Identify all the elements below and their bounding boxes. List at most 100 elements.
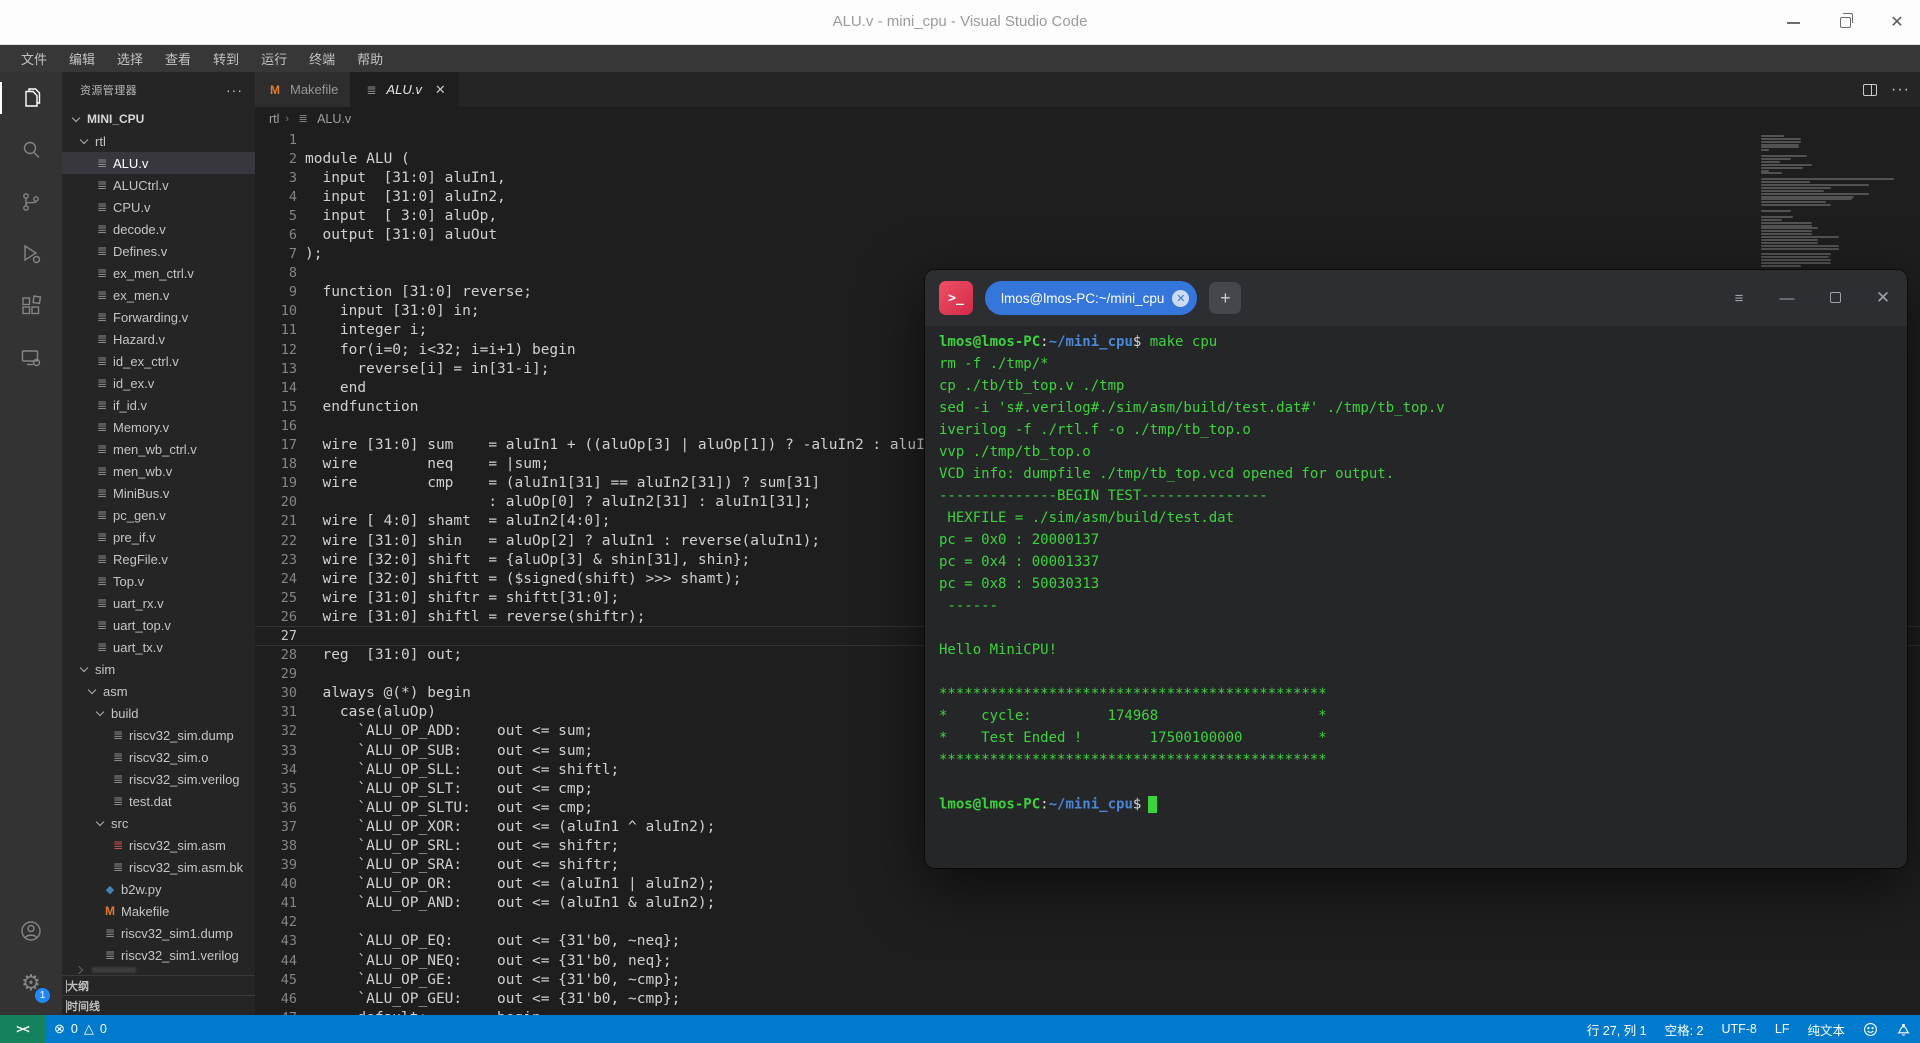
tab-close-icon[interactable]: ✕ [435,82,446,98]
problems-indicator[interactable]: ⊗ 0 △ 0 [45,1015,116,1043]
tree-file-uart_rx.v[interactable]: ≣uart_rx.v [62,592,255,614]
status-item-0[interactable]: 行 27, 列 1 [1578,1020,1656,1039]
sidebar-section-0[interactable]: 大纲 [62,975,255,995]
explorer-more-actions-icon[interactable]: ··· [226,82,243,98]
code-line-2[interactable]: 2module ALU ( [255,149,1920,168]
tree-file-riscv32_sim.asm.bk[interactable]: ≣riscv32_sim.asm.bk [62,856,255,878]
code-line-42[interactable]: 42 [255,913,1920,932]
tree-file-ALU.v[interactable]: ≣ALU.v [62,152,255,174]
terminal-minimize-icon[interactable]: — [1777,290,1797,307]
breadcrumb[interactable]: rtl › ≣ ALU.v [255,107,1920,130]
run-debug-icon[interactable] [0,228,62,280]
code-line-3[interactable]: 3 input [31:0] aluIn1, [255,168,1920,187]
code-line-6[interactable]: 6 output [31:0] aluOut [255,225,1920,244]
menu-item-0[interactable]: 文件 [10,45,58,72]
menu-item-6[interactable]: 终端 [298,45,346,72]
sidebar-section-1[interactable]: 时间线 [62,995,255,1015]
code-line-45[interactable]: 45 `ALU_OP_GE: out <= {31'b0, ~cmp}; [255,970,1920,989]
tree-file-ex_men_ctrl.v[interactable]: ≣ex_men_ctrl.v [62,262,255,284]
terminal-tab-close-icon[interactable]: ✕ [1172,290,1189,307]
menu-item-4[interactable]: 转到 [202,45,250,72]
remote-indicator[interactable]: >< [0,1015,45,1043]
tree-file-Top.v[interactable]: ≣Top.v [62,570,255,592]
minimap[interactable] [1761,132,1906,268]
tree-file-test.dat[interactable]: ≣test.dat [62,790,255,812]
terminal-output[interactable]: lmos@lmos-PC:~/mini_cpu$ make cpurm -f .… [925,326,1907,868]
tree-file-Memory.v[interactable]: ≣Memory.v [62,416,255,438]
terminal-new-tab-button[interactable]: + [1209,282,1241,314]
tree-file-riscv32_sim.dump[interactable]: ≣riscv32_sim.dump [62,724,255,746]
terminal-tab[interactable]: lmos@lmos-PC:~/mini_cpu ✕ [985,281,1197,315]
terminal-close-icon[interactable]: ✕ [1873,288,1893,308]
status-item-4[interactable]: 纯文本 [1798,1020,1854,1039]
tree-file-pc_gen.v[interactable]: ≣pc_gen.v [62,504,255,526]
account-icon[interactable] [0,905,62,957]
tab-alu-v[interactable]: ≣ ALU.v ✕ [351,72,458,107]
tree-folder-sim[interactable]: sim [62,658,255,680]
code-line-46[interactable]: 46 `ALU_OP_GEU: out <= {31'b0, ~cmp}; [255,989,1920,1008]
code-line-47[interactable]: 47 default: begin [255,1008,1920,1015]
tree-file-Makefile[interactable]: MMakefile [62,900,255,922]
status-item-3[interactable]: LF [1766,1022,1799,1036]
tree-file-ex_men.v[interactable]: ≣ex_men.v [62,284,255,306]
settings-gear-icon[interactable]: ⚙ 1 [0,957,62,1009]
notifications-bell-icon[interactable] [1887,1022,1920,1037]
tree-folder-asm[interactable]: asm [62,680,255,702]
tree-file-if_id.v[interactable]: ≣if_id.v [62,394,255,416]
terminal-menu-icon[interactable]: ≡ [1729,290,1749,307]
extensions-icon[interactable] [0,280,62,332]
code-line-41[interactable]: 41 `ALU_OP_AND: out <= (aluIn1 & aluIn2)… [255,894,1920,913]
code-line-1[interactable]: 1 [255,130,1920,149]
tree-file-id_ex_ctrl.v[interactable]: ≣id_ex_ctrl.v [62,350,255,372]
tree-file-Hazard.v[interactable]: ≣Hazard.v [62,328,255,350]
terminal-maximize-icon[interactable] [1825,290,1845,307]
explorer-icon[interactable] [0,72,62,124]
code-line-44[interactable]: 44 `ALU_OP_NEQ: out <= {31'b0, neq}; [255,951,1920,970]
source-control-icon[interactable] [0,176,62,228]
tree-file-men_wb.v[interactable]: ≣men_wb.v [62,460,255,482]
tree-file-pre_if.v[interactable]: ≣pre_if.v [62,526,255,548]
code-line-4[interactable]: 4 input [31:0] aluIn2, [255,187,1920,206]
tree-file-Defines.v[interactable]: ≣Defines.v [62,240,255,262]
tree-file-id_ex.v[interactable]: ≣id_ex.v [62,372,255,394]
tree-file-Forwarding.v[interactable]: ≣Forwarding.v [62,306,255,328]
status-item-2[interactable]: UTF-8 [1712,1022,1765,1036]
tree-folder-src[interactable]: src [62,812,255,834]
tree-file-riscv32_sim1.dump[interactable]: ≣riscv32_sim1.dump [62,922,255,944]
window-close-button[interactable]: ✕ [1886,12,1908,34]
window-restore-button[interactable] [1834,12,1856,34]
tab-makefile[interactable]: M Makefile [255,72,351,107]
code-line-43[interactable]: 43 `ALU_OP_EQ: out <= {31'b0, ~neq}; [255,932,1920,951]
tree-file-decode.v[interactable]: ≣decode.v [62,218,255,240]
menu-item-5[interactable]: 运行 [250,45,298,72]
tree-file-riscv32_sim.asm[interactable]: ≣riscv32_sim.asm [62,834,255,856]
tree-file-men_wb_ctrl.v[interactable]: ≣men_wb_ctrl.v [62,438,255,460]
tree-file-riscv32_sim1.verilog[interactable]: ≣riscv32_sim1.verilog [62,944,255,966]
code-line-5[interactable]: 5 input [ 3:0] aluOp, [255,206,1920,225]
tree-file-uart_tx.v[interactable]: ≣uart_tx.v [62,636,255,658]
tree-file-riscv32_sim.verilog[interactable]: ≣riscv32_sim.verilog [62,768,255,790]
tree-file-uart_top.v[interactable]: ≣uart_top.v [62,614,255,636]
split-editor-icon[interactable] [1863,84,1877,96]
feedback-smiley-icon[interactable] [1854,1022,1887,1037]
terminal-titlebar[interactable]: >_ lmos@lmos-PC:~/mini_cpu ✕ + ≡ — ✕ [925,270,1907,326]
tree-file-ALUCtrl.v[interactable]: ≣ALUCtrl.v [62,174,255,196]
search-icon[interactable] [0,124,62,176]
tree-file-riscv32_sim.o[interactable]: ≣riscv32_sim.o [62,746,255,768]
menu-item-7[interactable]: 帮助 [346,45,394,72]
editor-more-actions-icon[interactable]: ··· [1891,81,1910,99]
menu-item-3[interactable]: 查看 [154,45,202,72]
tree-file-CPU.v[interactable]: ≣CPU.v [62,196,255,218]
code-line-7[interactable]: 7); [255,245,1920,264]
tree-file-MiniBus.v[interactable]: ≣MiniBus.v [62,482,255,504]
code-line-40[interactable]: 40 `ALU_OP_OR: out <= (aluIn1 | aluIn2); [255,875,1920,894]
window-minimize-button[interactable] [1782,12,1804,34]
tree-folder-MINI_CPU[interactable]: MINI_CPU [62,108,255,130]
tree-file-RegFile.v[interactable]: ≣RegFile.v [62,548,255,570]
menu-item-2[interactable]: 选择 [106,45,154,72]
tree-folder-rtl[interactable]: rtl [62,130,255,152]
remote-explorer-icon[interactable] [0,332,62,384]
status-item-1[interactable]: 空格: 2 [1656,1020,1713,1039]
tree-folder-build[interactable]: build [62,702,255,724]
menu-item-1[interactable]: 编辑 [58,45,106,72]
